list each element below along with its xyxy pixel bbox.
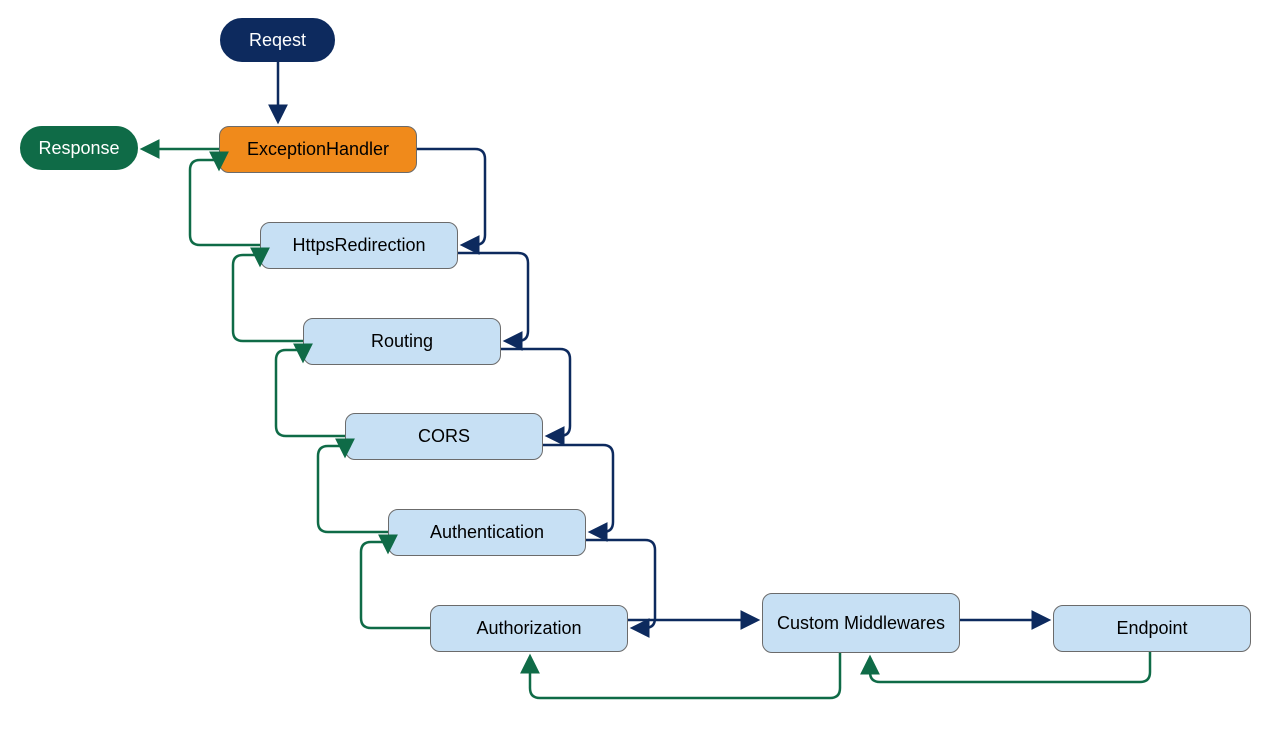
cors-label: CORS [418, 425, 470, 448]
routing-node: Routing [303, 318, 501, 365]
authentication-label: Authentication [430, 521, 544, 544]
authentication-node: Authentication [388, 509, 586, 556]
routing-label: Routing [371, 330, 433, 353]
response-node: Response [20, 126, 138, 170]
response-label: Response [38, 138, 119, 159]
authorization-node: Authorization [430, 605, 628, 652]
exception-handler-node: ExceptionHandler [219, 126, 417, 173]
custom-middlewares-node: Custom Middlewares [762, 593, 960, 653]
request-label: Reqest [249, 30, 306, 51]
exception-handler-label: ExceptionHandler [247, 138, 389, 161]
cors-node: CORS [345, 413, 543, 460]
authorization-label: Authorization [476, 617, 581, 640]
https-redirection-node: HttpsRedirection [260, 222, 458, 269]
custom-middlewares-label: Custom Middlewares [777, 612, 945, 635]
request-node: Reqest [220, 18, 335, 62]
https-redirection-label: HttpsRedirection [292, 234, 425, 257]
endpoint-node: Endpoint [1053, 605, 1251, 652]
endpoint-label: Endpoint [1116, 617, 1187, 640]
